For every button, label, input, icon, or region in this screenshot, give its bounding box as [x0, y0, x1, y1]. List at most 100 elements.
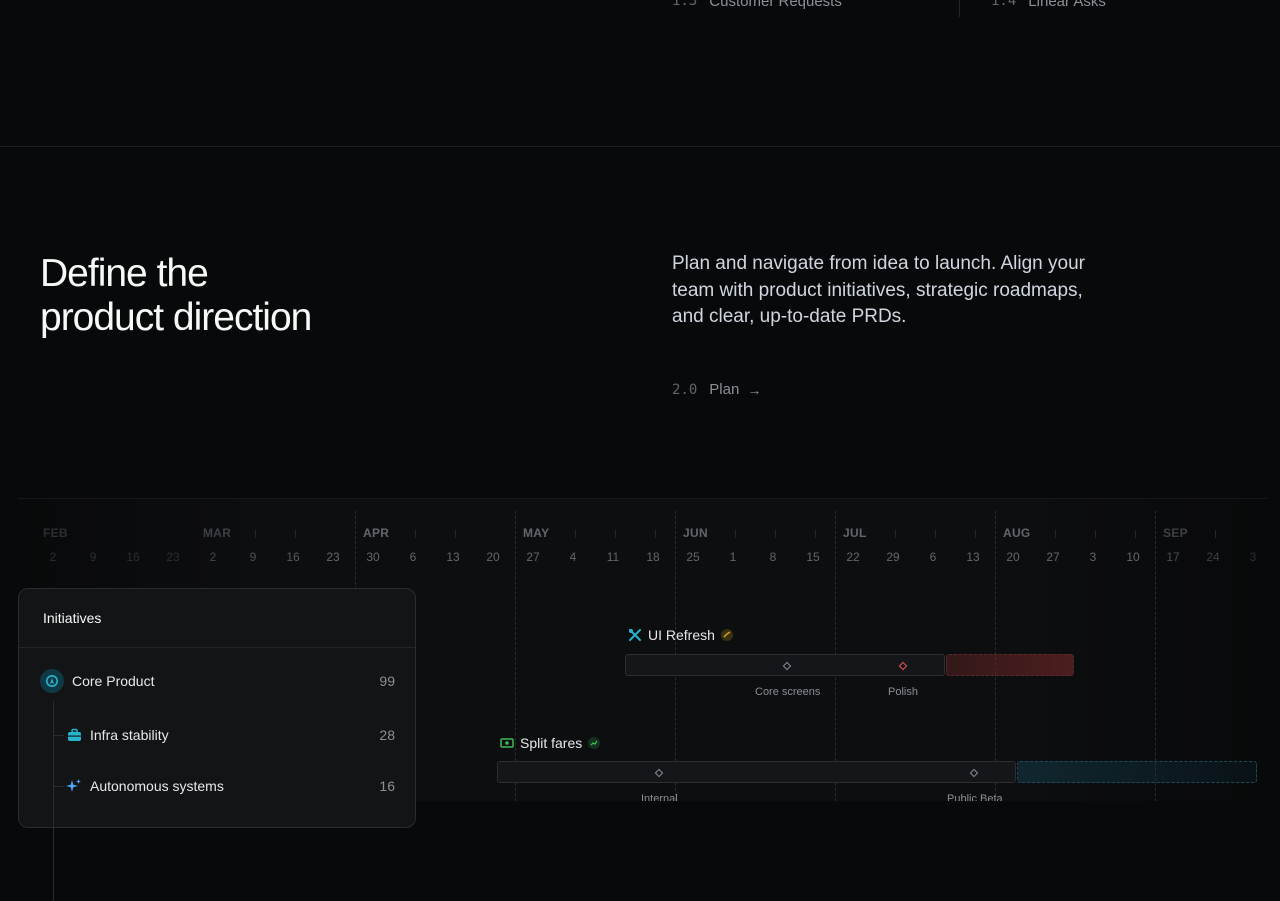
initiative-count: 99 [379, 673, 395, 689]
link-label: Customer Requests [709, 0, 842, 10]
day-label: 6 [929, 550, 937, 564]
link-linear-asks[interactable]: 1.4 Linear Asks [991, 0, 1106, 10]
week-tick [895, 530, 896, 538]
week-tick [615, 530, 616, 538]
initiative-count: 16 [379, 778, 395, 794]
day-label: 8 [769, 550, 777, 564]
week-tick [935, 530, 936, 538]
day-label: 29 [886, 550, 900, 564]
plan-link[interactable]: 2.0 Plan → [672, 381, 761, 398]
week-tick [735, 530, 736, 538]
day-label: 25 [686, 550, 700, 564]
cash-icon [500, 738, 514, 748]
initiative-row-infra-stability[interactable]: Infra stability 28 [19, 720, 415, 750]
month-label: SEP [1163, 526, 1188, 540]
day-label: 3 [1089, 550, 1097, 564]
column-divider [959, 0, 960, 17]
milestone-label: Polish [888, 686, 918, 698]
milestone-label: Core screens [755, 686, 821, 698]
day-label: 2 [209, 550, 217, 564]
day-label: 22 [846, 550, 860, 564]
day-label: 30 [366, 550, 380, 564]
initiative-label: Autonomous systems [90, 778, 224, 794]
initiative-row-autonomous-systems[interactable]: Autonomous systems 16 [19, 771, 415, 801]
day-label: 13 [446, 550, 460, 564]
link-number: 1.3 [672, 0, 698, 9]
day-label: 20 [1006, 550, 1020, 564]
day-label: 23 [166, 550, 180, 564]
arrow-right-icon: → [747, 381, 762, 398]
day-label: 23 [326, 550, 340, 564]
day-label: 2 [49, 550, 57, 564]
link-number: 1.4 [991, 0, 1017, 9]
initiative-label: Infra stability [90, 727, 169, 743]
month-separator [515, 511, 516, 801]
week-tick [975, 530, 976, 538]
link-customer-requests[interactable]: 1.3 Customer Requests [672, 0, 842, 10]
day-label: 13 [966, 550, 980, 564]
link-label: Linear Asks [1028, 0, 1106, 10]
project-bar-overrun [1017, 761, 1257, 783]
day-label: 6 [409, 550, 417, 564]
status-icon [720, 629, 733, 641]
project-name: Split fares [520, 735, 583, 751]
week-tick [1055, 530, 1056, 538]
project-bar-split-fares[interactable] [497, 761, 1016, 783]
week-tick [255, 530, 256, 538]
week-tick [775, 530, 776, 538]
day-label: 24 [1206, 550, 1220, 564]
day-label: 27 [1046, 550, 1060, 564]
sparkle-icon [66, 778, 82, 794]
week-tick [455, 530, 456, 538]
week-tick [575, 530, 576, 538]
month-label: MAR [203, 526, 232, 540]
plan-link-label: Plan [709, 381, 740, 398]
month-label: FEB [43, 526, 68, 540]
section-headline: Define the product direction [40, 252, 312, 340]
toolbox-icon [66, 727, 82, 743]
day-label: 16 [286, 550, 300, 564]
month-label: MAY [523, 526, 550, 540]
day-label: 16 [126, 550, 140, 564]
day-label: 18 [646, 550, 660, 564]
initiative-count: 28 [379, 727, 395, 743]
initiative-row-core-product[interactable]: Core Product 99 [19, 666, 415, 696]
month-label: AUG [1003, 526, 1031, 540]
day-label: 11 [606, 550, 620, 564]
day-label: 4 [569, 550, 577, 564]
week-tick [1215, 530, 1216, 538]
headline-line: product direction [40, 296, 312, 339]
month-separator [1155, 511, 1156, 801]
project-name: UI Refresh [648, 627, 715, 643]
week-tick [295, 530, 296, 538]
headline-line: Define the [40, 252, 209, 295]
month-label: APR [363, 526, 390, 540]
month-label: JUN [683, 526, 708, 540]
project-title-ui-refresh[interactable]: UI Refresh [628, 627, 733, 643]
day-label: 10 [1126, 550, 1140, 564]
project-title-split-fares[interactable]: Split fares [500, 735, 601, 751]
status-icon [588, 737, 601, 749]
day-label: 17 [1166, 550, 1180, 564]
day-label: 9 [249, 550, 257, 564]
week-tick [655, 530, 656, 538]
panel-title: Initiatives [19, 589, 415, 648]
day-label: 9 [89, 550, 97, 564]
initiative-label: Core Product [72, 673, 155, 689]
day-label: 20 [486, 550, 500, 564]
project-bar-overrun [946, 654, 1074, 676]
section-divider [0, 146, 1280, 147]
plan-link-number: 2.0 [672, 381, 698, 398]
week-tick [415, 530, 416, 538]
day-label: 1 [729, 550, 737, 564]
month-label: JUL [843, 526, 867, 540]
day-label: 3 [1249, 550, 1257, 564]
initiatives-panel: Initiatives Core Product 99 Infra stabil… [18, 588, 416, 901]
week-tick [1095, 530, 1096, 538]
tools-icon [629, 629, 641, 641]
day-label: 27 [526, 550, 540, 564]
week-tick [815, 530, 816, 538]
compass-icon [40, 669, 64, 693]
day-label: 15 [806, 550, 820, 564]
week-tick [1135, 530, 1136, 538]
